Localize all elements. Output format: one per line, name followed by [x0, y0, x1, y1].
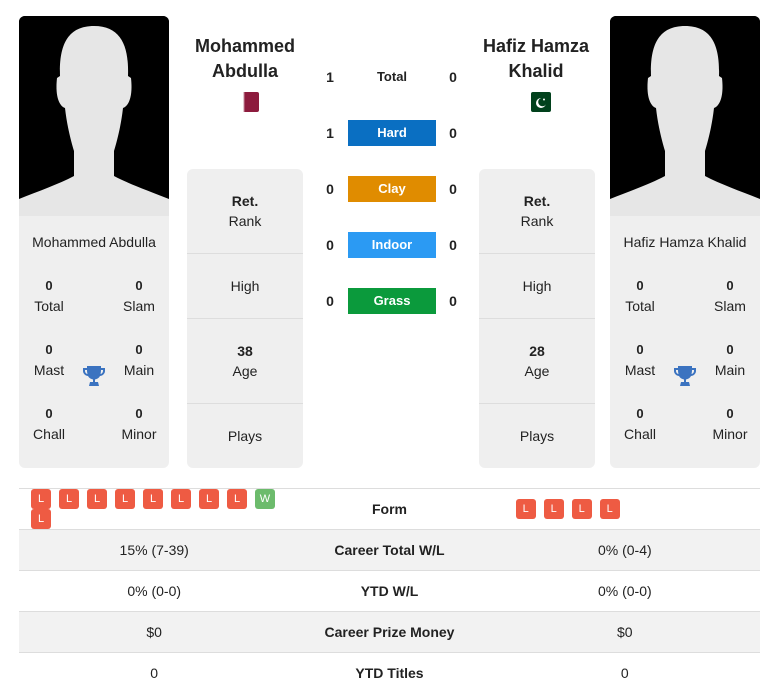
pakistan-flag-icon — [531, 92, 551, 112]
table-row: $0 Career Prize Money $0 — [19, 611, 760, 653]
player2-form: LLLL — [489, 488, 760, 530]
player2-info-card: Hafiz Hamza Khalid 0 Total 0 Slam 0 Mast 0M… — [610, 216, 760, 468]
table-row: 0 YTD Titles 0 — [19, 652, 760, 694]
form-badge-loss[interactable]: L — [199, 489, 219, 509]
player1-minor: 0 Minor — [121, 406, 157, 442]
h2h-row-indoor: 0 Indoor 0 — [318, 232, 466, 258]
form-badge-loss[interactable]: L — [87, 489, 107, 509]
player1-name: Mohammed Abdulla — [32, 234, 156, 250]
form-badge-loss[interactable]: L — [59, 489, 79, 509]
player1-title[interactable]: Mohammed Abdulla — [180, 34, 310, 84]
form-badge-loss[interactable]: L — [515, 499, 536, 519]
player2-total: 0 Total — [625, 278, 655, 314]
trophy-icon — [673, 364, 697, 388]
form-badge-loss[interactable]: L — [543, 499, 564, 519]
form-badge-loss[interactable]: L — [599, 499, 620, 519]
player2-minor: 0 Minor — [712, 406, 748, 442]
player2-mast: 0 Mast — [624, 342, 656, 378]
player1-total: 0 Total — [34, 278, 64, 314]
form-badge-loss[interactable]: L — [171, 489, 191, 509]
qatar-flag-icon — [239, 92, 259, 112]
comparison-table: L L L L L L L L WL Form LLLL 15% (7-39) Career T… — [19, 488, 760, 694]
player2-title[interactable]: Hafiz Hamza Khalid — [471, 34, 601, 84]
player2-main: 0 Main — [714, 342, 746, 378]
player2-name: Hafiz Hamza Khalid — [623, 234, 747, 250]
form-badge-win[interactable]: W — [255, 489, 275, 509]
player1-main: 0 Main — [123, 342, 155, 378]
trophy-icon — [82, 364, 106, 388]
surface-clay[interactable]: Clay — [348, 176, 436, 202]
player1-chall: 0 Chall — [33, 406, 65, 442]
player2-age: 28 Age — [479, 319, 595, 404]
player2-plays: Plays — [519, 428, 555, 444]
surface-total: Total — [376, 69, 408, 84]
surface-indoor[interactable]: Indoor — [348, 232, 436, 258]
player1-age: 38 Age — [187, 319, 303, 404]
player1-form: L L L L L L L L WL — [19, 488, 290, 530]
surface-grass[interactable]: Grass — [348, 288, 436, 314]
table-row: 15% (7-39) Career Total W/L 0% (0-4) — [19, 529, 760, 571]
table-row: 0% (0-0) YTD W/L 0% (0-0) — [19, 570, 760, 612]
player1-rank-card: Ret. Rank High 38 Age Plays — [187, 169, 303, 468]
h2h-row-hard: 1 Hard 0 — [318, 120, 466, 146]
h2h-row-clay: 0 Clay 0 — [318, 176, 466, 202]
player1-rank: Ret. Rank — [187, 169, 303, 254]
player2-rank-card: Ret. Rank High 28 Age Plays — [479, 169, 595, 468]
player1-high: High — [187, 254, 303, 319]
form-badge-loss[interactable]: L — [571, 499, 592, 519]
player1-plays: Plays — [227, 428, 263, 444]
player1-mast: 0 Mast — [33, 342, 65, 378]
h2h-row-total: 1 Total 0 — [318, 64, 466, 90]
player2-high: High — [479, 254, 595, 319]
player1-info-card: Mohammed Abdulla 0 Total 0 Slam 0 Mast 0 Mai… — [19, 216, 169, 468]
silhouette-icon — [610, 16, 760, 216]
form-badge-loss[interactable]: L — [115, 489, 135, 509]
player2-photo — [610, 16, 760, 216]
player2-slam: 0 Slam — [714, 278, 746, 314]
form-row: L L L L L L L L WL Form LLLL — [19, 488, 760, 530]
form-badge-loss[interactable]: L — [227, 489, 247, 509]
player2-chall: 0 Chall — [624, 406, 656, 442]
form-badge-loss[interactable]: L — [31, 489, 51, 509]
player1-slam: 0 Slam — [123, 278, 155, 314]
form-badge-loss[interactable]: L — [143, 489, 163, 509]
form-badge-loss[interactable]: L — [31, 509, 51, 529]
form-label: Form — [289, 488, 490, 530]
surface-hard[interactable]: Hard — [348, 120, 436, 146]
player1-photo — [19, 16, 169, 216]
silhouette-icon — [19, 16, 169, 216]
player2-rank: Ret. Rank — [479, 169, 595, 254]
h2h-row-grass: 0 Grass 0 — [318, 288, 466, 314]
